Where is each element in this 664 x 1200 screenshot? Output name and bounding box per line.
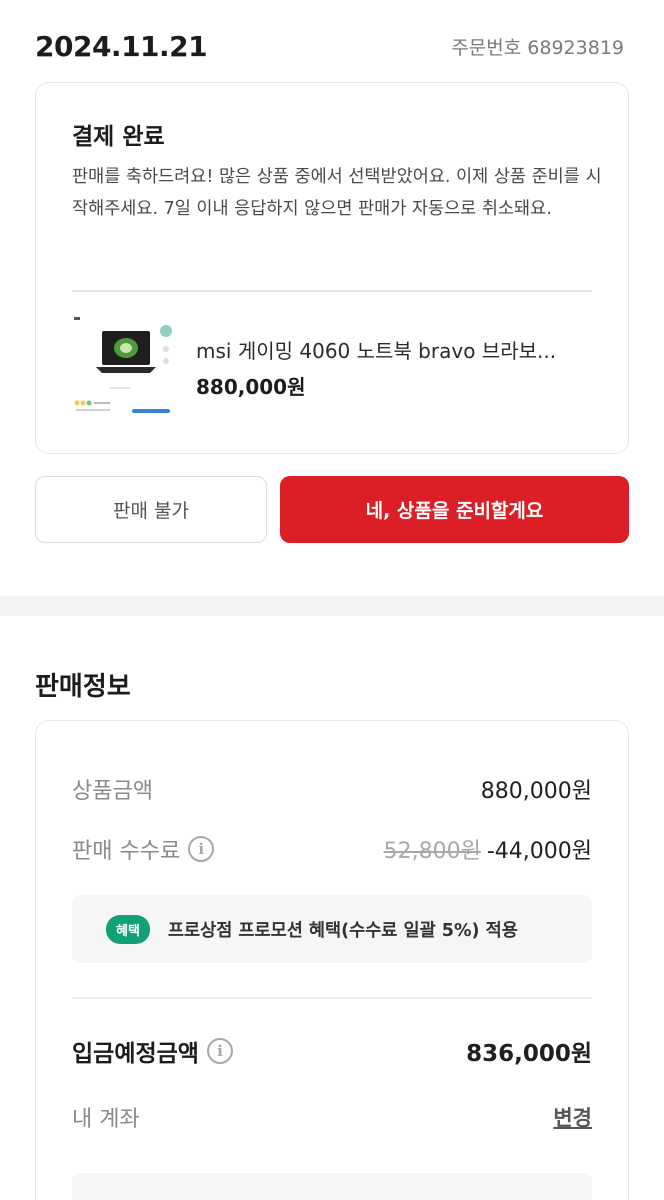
sales-info-card: 상품금액 880,000원 판매 수수료 i 52,800원 -44,000원 혜…	[35, 720, 629, 1200]
fee-value-group: 52,800원 -44,000원	[384, 833, 592, 865]
fee-label: 판매 수수료	[72, 839, 181, 864]
status-title: 결제 완료	[72, 124, 165, 150]
order-number: 주문번호 68923819	[451, 36, 624, 59]
divider	[72, 290, 592, 292]
product-amount-row: 상품금액 880,000원	[72, 769, 592, 809]
fee-applied: -44,000원	[486, 839, 592, 864]
promo-text: 프로상점 프로모션 혜택(수수료 일괄 5%) 적용	[167, 920, 518, 941]
product-name[interactable]: msi 게이밍 4060 노트북 bravo 브라보...	[196, 335, 596, 364]
info-icon[interactable]: i	[206, 1038, 233, 1064]
account-info-box[interactable]	[72, 1173, 592, 1200]
promo-banner: 혜택 프로상점 프로모션 혜택(수수료 일괄 5%) 적용	[72, 895, 592, 963]
change-account-link[interactable]: 변경	[553, 1102, 592, 1132]
product-thumbnail[interactable]	[72, 311, 178, 423]
fee-label-group: 판매 수수료 i	[72, 833, 215, 865]
sales-info-title: 판매정보	[35, 672, 131, 702]
fee-original: 52,800원	[383, 839, 481, 864]
accept-prepare-button[interactable]: 네, 상품을 준비할게요	[280, 476, 629, 543]
benefit-badge: 혜택	[106, 914, 150, 944]
divider	[72, 997, 592, 999]
order-date: 2024.11.21	[35, 29, 208, 63]
deposit-row: 입금예정금액 i 836,000원	[72, 1031, 592, 1071]
reject-sale-button[interactable]: 판매 불가	[35, 476, 267, 543]
deposit-label-group: 입금예정금액 i	[72, 1034, 233, 1068]
product-amount-label: 상품금액	[72, 779, 153, 804]
info-icon[interactable]: i	[188, 836, 215, 862]
page-header: 2024.11.21 주문번호 68923819	[35, 26, 624, 66]
product-amount-value: 880,000원	[480, 779, 592, 804]
account-label: 내 계좌	[72, 1107, 140, 1132]
account-row: 내 계좌 변경	[72, 1097, 592, 1137]
fee-row: 판매 수수료 i 52,800원 -44,000원	[72, 829, 592, 869]
deposit-label: 입금예정금액	[72, 1041, 199, 1067]
deposit-amount: 836,000원	[466, 1041, 592, 1067]
order-status-card: 결제 완료 판매를 축하드려요! 많은 상품 중에서 선택받았어요. 이제 상품…	[35, 82, 629, 454]
product-price: 880,000원	[196, 375, 306, 399]
status-message: 판매를 축하드려요! 많은 상품 중에서 선택받았어요. 이제 상품 준비를 시…	[72, 167, 602, 219]
section-divider-band	[0, 596, 664, 616]
